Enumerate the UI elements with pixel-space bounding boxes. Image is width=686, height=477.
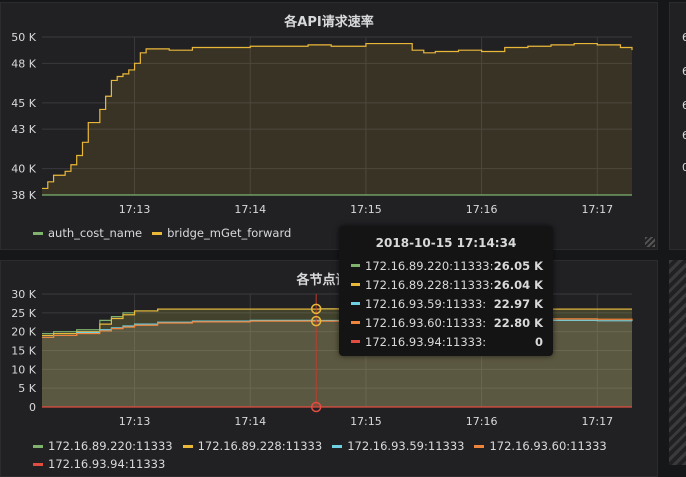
graph-tooltip: 2018-10-15 17:14:34 172.16.89.220:11333:…: [339, 226, 553, 356]
y-tick-label: 43 K: [11, 123, 36, 136]
tooltip-series-value: 26.05 K: [493, 258, 543, 273]
tooltip-series-value: 0: [534, 334, 543, 349]
tooltip-row: 172.16.89.228:11333: 26.04 K: [339, 275, 553, 294]
tooltip-row: 172.16.93.60:11333: 22.80 K: [339, 313, 553, 332]
y-tick-label: 38 K: [11, 189, 36, 202]
tooltip-time: 2018-10-15 17:14:34: [375, 236, 517, 250]
x-tick-label: 17:16: [466, 203, 498, 216]
legend-swatch: [33, 462, 43, 466]
x-tick-label: 17:15: [350, 203, 382, 216]
tooltip-row: 172.16.93.59:11333: 22.97 K: [339, 294, 553, 313]
y-tick-label: 10 K: [11, 363, 36, 376]
tooltip-series-value: 22.97 K: [493, 296, 543, 311]
legend-swatch: [33, 444, 43, 448]
legend-item[interactable]: auth_cost_name: [33, 224, 142, 242]
legend-swatch: [182, 444, 193, 448]
legend-item[interactable]: 172.16.93.60:11333: [474, 437, 607, 455]
tooltip-row: 172.16.89.220:11333: 26.05 K: [339, 256, 553, 275]
x-tick-label: 17:17: [581, 203, 613, 216]
tooltip-series-value: 22.80 K: [493, 315, 543, 330]
tooltip-swatch: [351, 264, 360, 267]
legend-label: 172.16.89.220:11333: [48, 439, 173, 453]
side-panel-bottom: [669, 260, 686, 465]
tooltip-series-name: 172.16.93.94:11333:: [365, 334, 487, 349]
x-tick-label: 17:14: [234, 203, 266, 216]
legend-label: bridge_mGet_forward: [167, 226, 292, 240]
node-requests-panel: 各节点请求 05 K 10 K 15 K 20 K 25 K 30 K 17:13 17:14…: [0, 260, 658, 477]
side-value: 6: [682, 99, 686, 112]
legend-label: 172.16.93.94:11333: [48, 457, 166, 471]
x-tick-label: 17:16: [466, 415, 498, 428]
side-value: 6: [682, 129, 686, 142]
y-tick-label: 15 K: [11, 345, 36, 358]
side-value: 6: [682, 65, 686, 78]
tooltip-swatch: [351, 321, 360, 324]
x-tick-label: 17:13: [119, 415, 151, 428]
side-value: 0: [682, 161, 686, 174]
side-panel-top: 6 6 6 6 0: [669, 2, 686, 250]
y-tick-label: 48 K: [11, 57, 36, 70]
api-rate-chart[interactable]: 38 K 40 K 43 K 45 K 48 K 50 K 17:13 17:14 17:15 1…: [1, 3, 657, 249]
api-rate-legend: auth_cost_name bridge_mGet_forward: [33, 224, 301, 242]
legend-swatch: [152, 231, 163, 235]
tooltip-series-name: 172.16.89.228:11333:: [365, 277, 494, 292]
legend-swatch: [332, 444, 343, 448]
y-tick-label: 20 K: [11, 326, 36, 339]
tooltip-series-value: 26.04 K: [493, 277, 543, 292]
legend-swatch: [33, 231, 43, 235]
tooltip-series-name: 172.16.93.60:11333:: [365, 315, 487, 330]
y-tick-label: 0: [29, 401, 36, 414]
tooltip-series-name: 172.16.89.220:11333:: [365, 258, 494, 273]
y-tick-label: 5 K: [18, 382, 36, 395]
legend-swatch: [474, 444, 485, 448]
y-tick-label: 50 K: [11, 31, 36, 44]
node-requests-legend: 172.16.89.220:11333 172.16.89.228:11333 17…: [33, 437, 623, 473]
y-tick-label: 25 K: [11, 307, 36, 320]
legend-item[interactable]: 172.16.93.59:11333: [332, 437, 464, 455]
tooltip-swatch: [351, 340, 360, 343]
legend-item[interactable]: bridge_mGet_forward: [152, 224, 291, 242]
x-tick-label: 17:14: [234, 415, 266, 428]
legend-label: 172.16.93.59:11333: [347, 439, 465, 453]
legend-label: 172.16.89.228:11333: [197, 439, 323, 453]
y-tick-label: 30 K: [11, 288, 36, 301]
legend-item[interactable]: 172.16.89.228:11333: [182, 437, 323, 455]
y-tick-label: 45 K: [11, 97, 36, 110]
legend-label: 172.16.93.60:11333: [489, 439, 607, 453]
resize-handle[interactable]: [645, 237, 655, 247]
tooltip-series-name: 172.16.93.59:11333:: [365, 296, 487, 311]
legend-label: auth_cost_name: [48, 226, 143, 240]
tooltip-swatch: [351, 283, 360, 286]
series-area: [42, 43, 632, 196]
x-tick-label: 17:17: [581, 415, 613, 428]
api-rate-panel: 各API请求速率 38 K 40 K 43 K 45 K 48 K 50 K 17:13 17…: [0, 2, 658, 250]
x-tick-label: 17:15: [350, 415, 382, 428]
legend-item[interactable]: 172.16.93.94:11333: [33, 455, 165, 473]
legend-item[interactable]: 172.16.89.220:11333: [33, 437, 173, 455]
y-tick-label: 40 K: [11, 163, 36, 176]
x-tick-label: 17:13: [119, 203, 151, 216]
tooltip-row: 172.16.93.94:11333: 0: [339, 332, 553, 351]
side-value: 6: [682, 31, 686, 44]
tooltip-swatch: [351, 302, 360, 305]
